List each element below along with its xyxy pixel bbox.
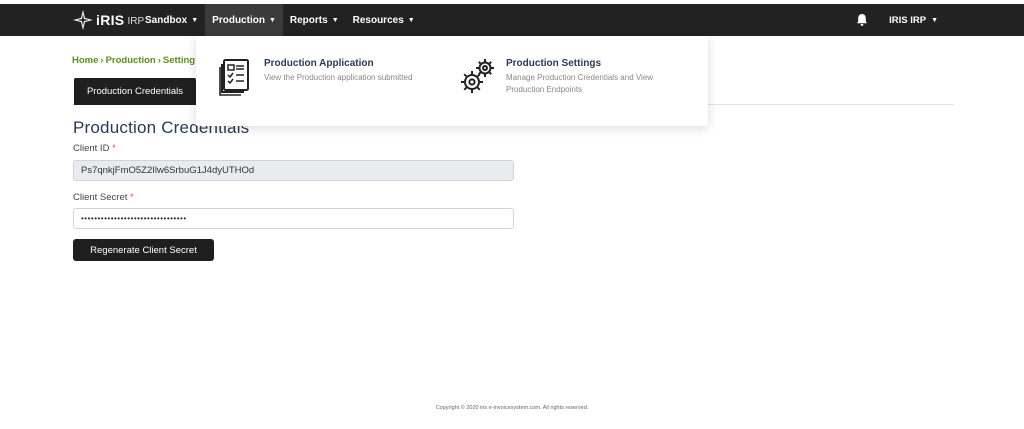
breadcrumb-setting: Setting [162, 55, 196, 66]
settings-gears-icon [461, 59, 494, 93]
nav-production[interactable]: Production ▼ [205, 4, 283, 36]
user-name: IRIS IRP [889, 14, 927, 26]
client-secret-field[interactable]: •••••••••••••••••••••••••••••••• [73, 208, 514, 229]
client-secret-label-text: Client Secret [73, 192, 128, 203]
breadcrumb: Home › Production › Setting [72, 55, 195, 66]
caret-down-icon: ▼ [931, 16, 938, 24]
menu-item-description: View the Production application submitte… [264, 73, 413, 82]
menu-item-title: Production Application [264, 58, 374, 69]
nav-reports[interactable]: Reports ▼ [283, 4, 346, 36]
page: iRIS IRP Sandbox ▼ Production ▼ Reports … [0, 0, 1024, 429]
brand-name: iRIS [96, 12, 125, 28]
bell-icon[interactable] [855, 13, 869, 27]
client-id-field[interactable]: Ps7qnkjFmO5Z2Ilw6SrbuG1J4dyUTHOd [73, 160, 514, 181]
client-secret-value: •••••••••••••••••••••••••••••••• [81, 214, 187, 223]
breadcrumb-separator: › [157, 55, 161, 66]
nav-resources[interactable]: Resources ▼ [346, 4, 422, 36]
production-dropdown-menu: Production Application View the Producti… [196, 36, 708, 126]
breadcrumb-separator: › [100, 55, 104, 66]
top-navbar: iRIS IRP Sandbox ▼ Production ▼ Reports … [0, 4, 1024, 36]
nav-sandbox-label: Sandbox [145, 14, 188, 26]
application-document-icon [219, 59, 249, 96]
footer-copyright: Copyright © 2020 iris e-invoicesystem.co… [435, 405, 589, 411]
required-mark: * [130, 192, 134, 203]
caret-down-icon: ▼ [268, 16, 276, 24]
tab-production-credentials[interactable]: Production Credentials [74, 78, 196, 105]
nav-sandbox[interactable]: Sandbox ▼ [138, 4, 205, 36]
breadcrumb-home[interactable]: Home [72, 55, 98, 66]
caret-down-icon: ▼ [331, 16, 339, 24]
nav-resources-label: Resources [352, 14, 404, 26]
client-secret-label: Client Secret * [73, 192, 134, 203]
brand-logo[interactable]: iRIS IRP [72, 8, 144, 32]
caret-down-icon: ▼ [407, 16, 415, 24]
star-logo-icon [73, 10, 93, 30]
user-menu[interactable]: IRIS IRP ▼ [889, 15, 938, 26]
menu-item-text: Production Settings Manage Production Cr… [506, 56, 676, 96]
menu-item-production-settings[interactable]: Production Settings Manage Production Cr… [458, 56, 676, 96]
main-nav: Sandbox ▼ Production ▼ Reports ▼ Resourc… [138, 4, 422, 36]
menu-item-title: Production Settings [506, 58, 601, 69]
client-id-value: Ps7qnkjFmO5Z2Ilw6SrbuG1J4dyUTHOd [81, 165, 255, 176]
regenerate-client-secret-button[interactable]: Regenerate Client Secret [73, 239, 214, 261]
client-id-label: Client ID * [73, 143, 116, 154]
menu-item-text: Production Application View the Producti… [264, 56, 434, 96]
breadcrumb-production[interactable]: Production [106, 55, 156, 66]
client-id-label-text: Client ID [73, 143, 110, 154]
caret-down-icon: ▼ [191, 16, 199, 24]
nav-production-label: Production [212, 14, 265, 26]
required-mark: * [112, 143, 116, 154]
nav-reports-label: Reports [289, 14, 328, 26]
nav-right: IRIS IRP ▼ [855, 4, 938, 36]
menu-item-production-application[interactable]: Production Application View the Producti… [216, 56, 434, 96]
menu-item-description: Manage Production Credentials and View P… [506, 73, 654, 94]
